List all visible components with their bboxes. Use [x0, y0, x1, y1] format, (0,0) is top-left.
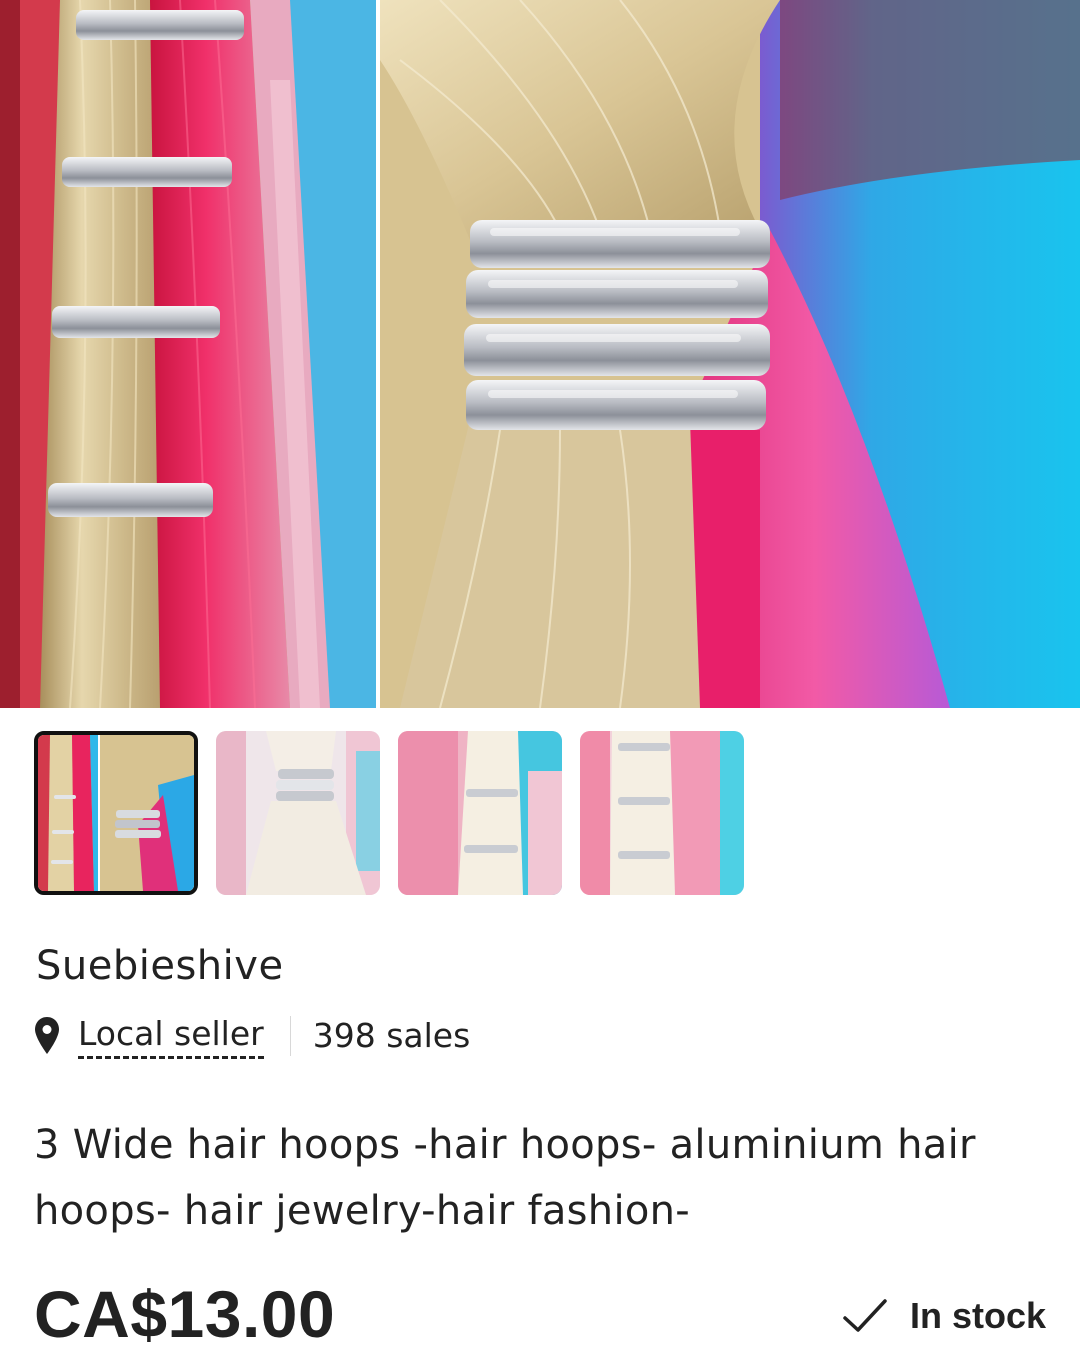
stock-label: In stock: [909, 1295, 1046, 1336]
thumbnail-3[interactable]: [398, 731, 562, 895]
thumbnail-2[interactable]: [216, 731, 380, 895]
thumbnail-4[interactable]: [580, 731, 744, 895]
meta-divider: [289, 1016, 291, 1056]
price: CA$13.00: [34, 1277, 336, 1351]
thumbnail-image: [580, 731, 744, 895]
thumbnail-strip: [34, 731, 744, 895]
local-seller-link[interactable]: Local seller: [78, 1014, 264, 1059]
shop-name-link[interactable]: Suebieshive: [36, 940, 284, 992]
sales-count: 398 sales: [312, 1016, 471, 1055]
thumbnail-image: [38, 735, 194, 891]
product-photo: [0, 0, 1080, 708]
thumbnail-image: [216, 731, 380, 895]
checkmark-icon: [843, 1299, 887, 1332]
thumbnail-1[interactable]: [34, 731, 198, 895]
seller-meta-row: Local seller 398 sales: [34, 1012, 470, 1060]
stock-status: In stock: [842, 1294, 1046, 1338]
listing-title: 3 Wide hair hoops -hair hoops- aluminium…: [34, 1122, 976, 1234]
map-pin-icon: [35, 1017, 59, 1054]
main-product-image[interactable]: [0, 0, 1080, 708]
thumbnail-image: [398, 731, 562, 895]
